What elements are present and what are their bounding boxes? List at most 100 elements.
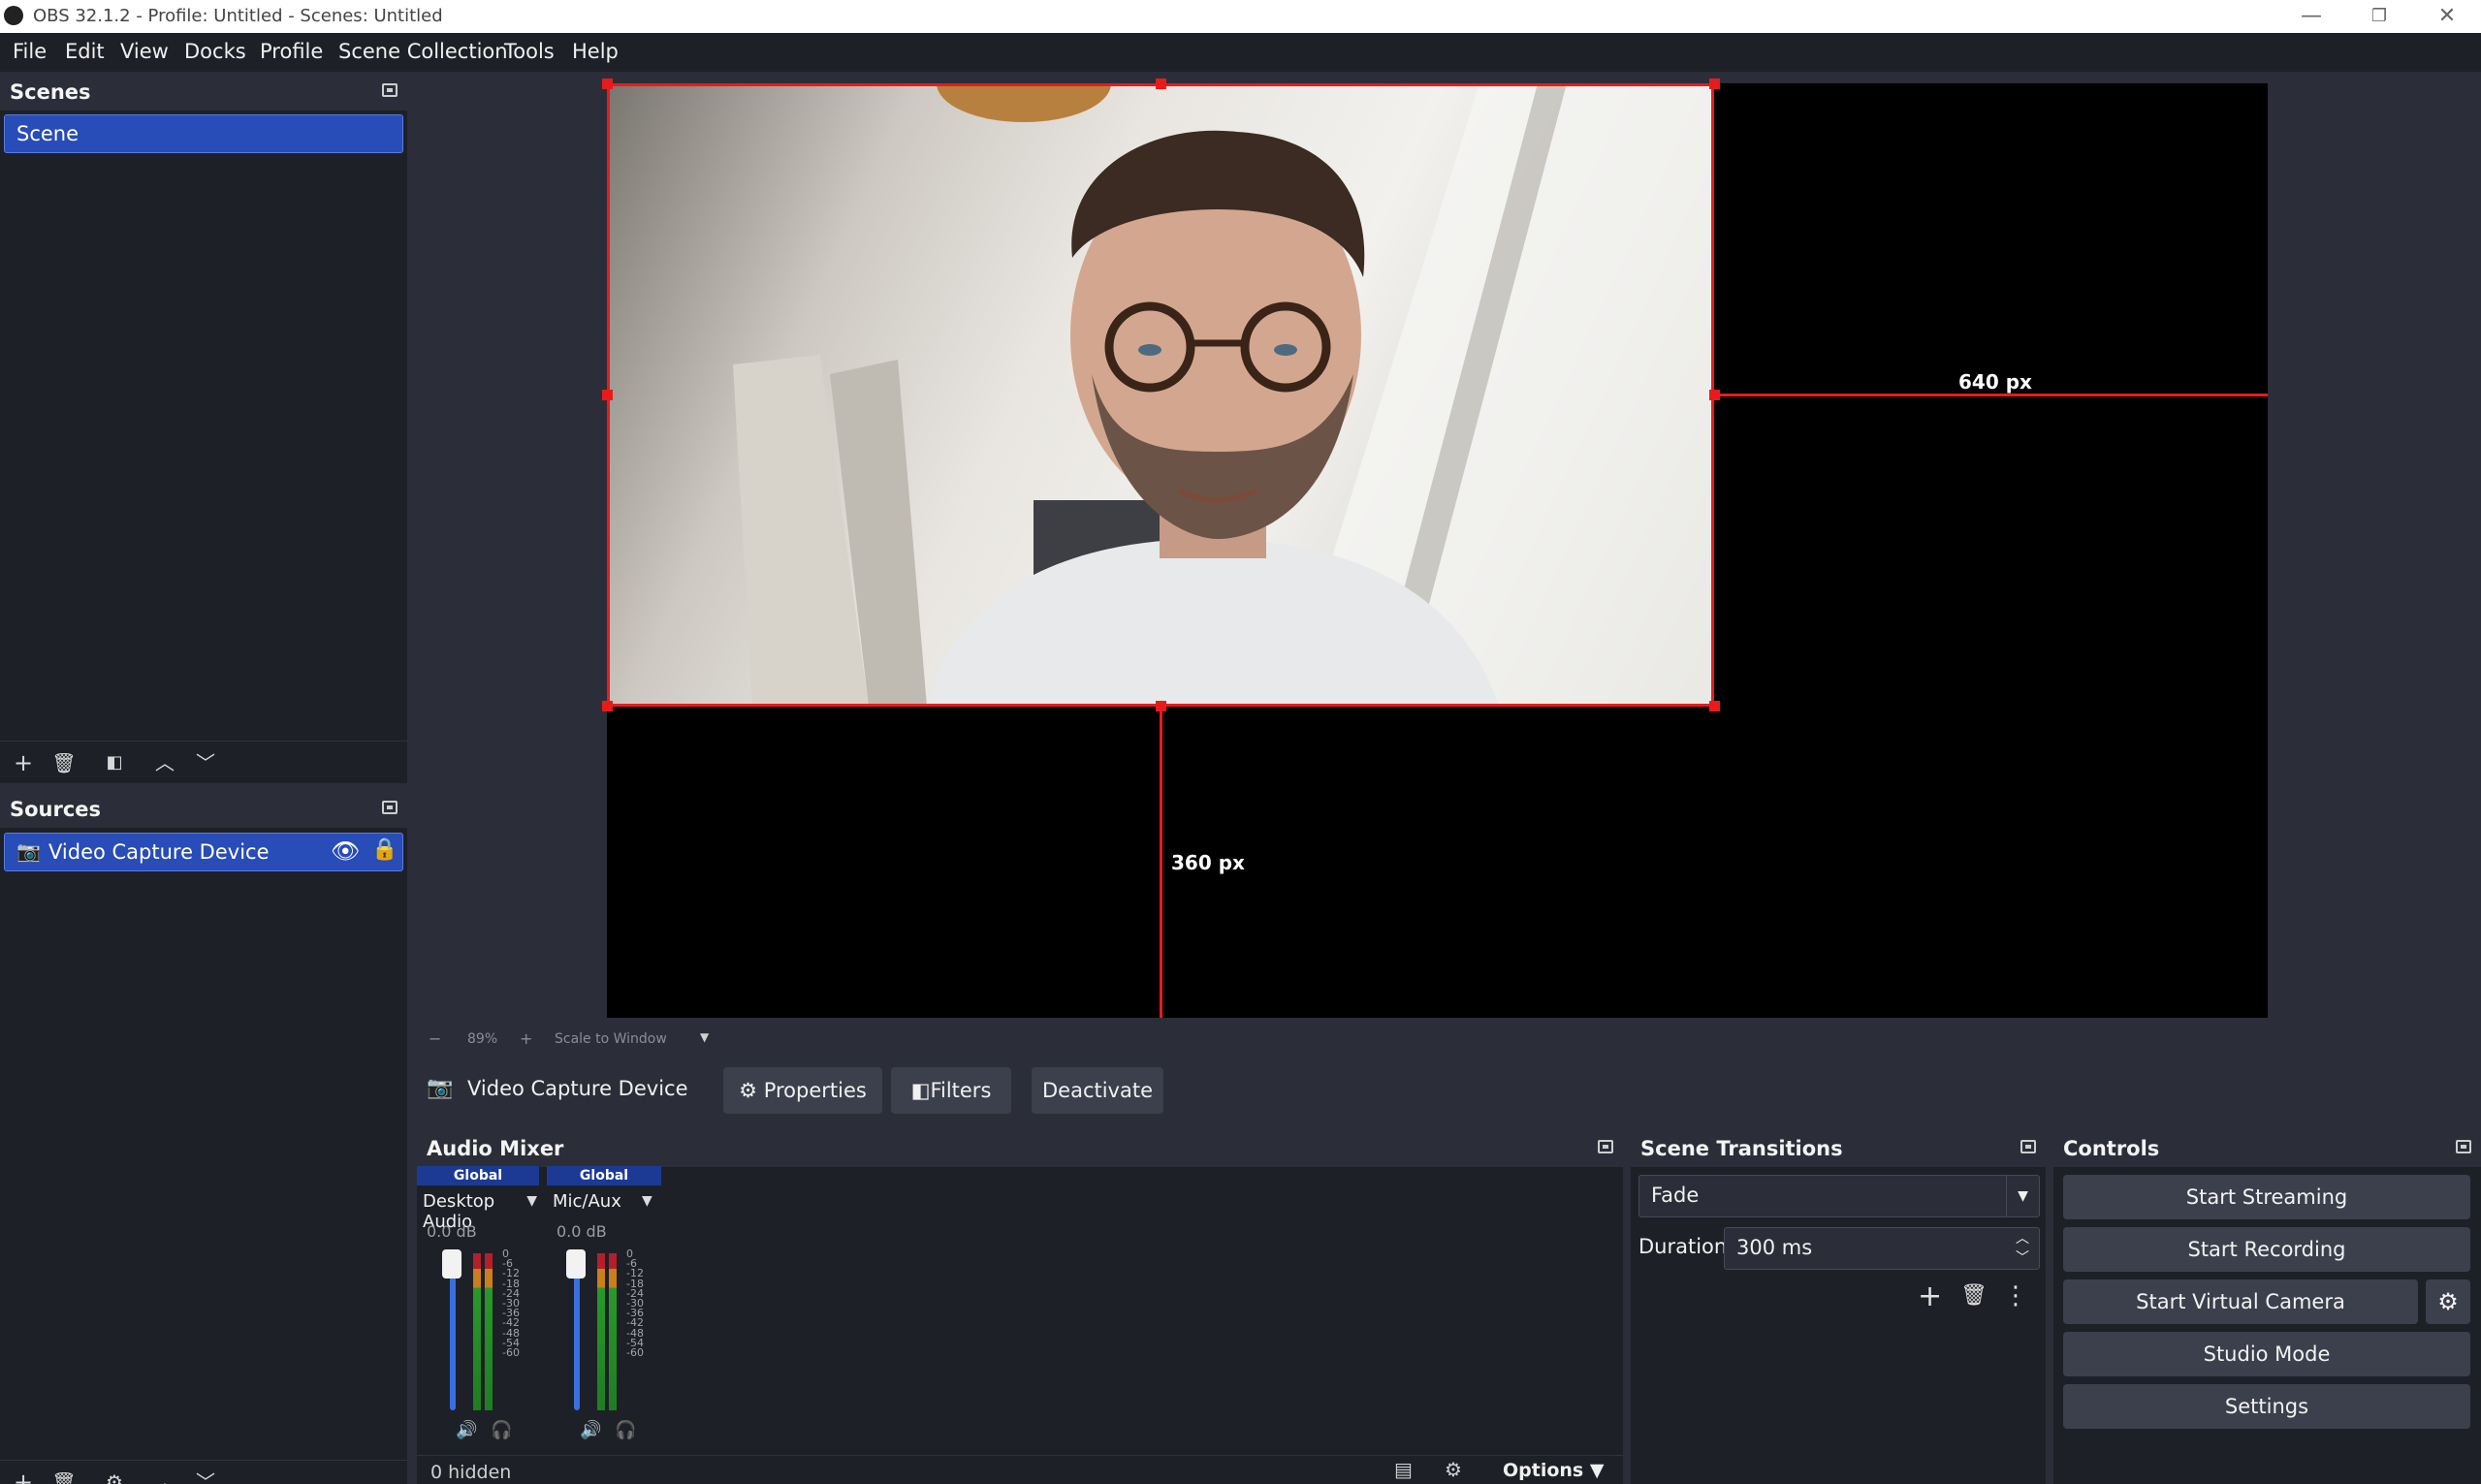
mixer-advanced-gear-icon[interactable]: ⚙ xyxy=(1445,1458,1462,1481)
add-source-icon[interactable]: + xyxy=(10,1468,37,1484)
add-scene-icon[interactable]: + xyxy=(10,749,37,776)
studio-mode-button[interactable]: Studio Mode xyxy=(2063,1332,2470,1376)
menu-bar: File Edit View Docks Profile Scene Colle… xyxy=(0,33,2481,72)
resize-handle[interactable] xyxy=(602,79,613,89)
menu-file[interactable]: File xyxy=(13,40,47,63)
volume-fader-knob[interactable] xyxy=(566,1249,586,1279)
transition-more-options-icon[interactable]: ⋮ xyxy=(2003,1281,2028,1310)
dock-float-icon[interactable] xyxy=(2020,1140,2036,1153)
hidden-count[interactable]: 0 hidden xyxy=(430,1462,511,1483)
spin-down-icon[interactable]: ﹀ xyxy=(2016,1247,2029,1267)
volume-fader-knob[interactable] xyxy=(442,1249,461,1279)
remove-transition-icon[interactable]: 🗑 xyxy=(1960,1283,1988,1308)
close-icon[interactable]: ✕ xyxy=(2413,0,2481,33)
distance-guide-bottom xyxy=(1160,707,1162,1018)
scene-filters-icon[interactable]: ◧ xyxy=(101,749,128,776)
scenes-toolbar: + 🗑 ◧ ︿ ﹀ xyxy=(0,741,407,783)
dock-float-icon[interactable] xyxy=(1598,1140,1613,1153)
channel-menu-icon[interactable]: ▼ xyxy=(526,1193,537,1209)
spin-up-icon[interactable]: ︿ xyxy=(2016,1228,2029,1247)
scenes-header: Scenes xyxy=(0,74,407,111)
obs-logo-icon xyxy=(4,6,23,25)
speaker-mute-icon[interactable]: 🔊 xyxy=(580,1420,601,1440)
menu-scene-collection[interactable]: Scene Collection xyxy=(338,40,508,63)
scene-transitions-dock: Scene Transitions Fade ▼ Duration 300 ms… xyxy=(1631,1130,2046,1484)
chevron-down-icon[interactable]: ▼ xyxy=(2006,1176,2039,1216)
add-transition-icon[interactable]: + xyxy=(1918,1279,1942,1313)
headphone-monitor-icon[interactable]: 🎧 xyxy=(615,1420,636,1440)
properties-button[interactable]: ⚙ Properties xyxy=(723,1067,882,1114)
volume-fader-track[interactable] xyxy=(450,1255,456,1410)
scene-item[interactable]: Scene xyxy=(4,114,403,153)
channel-menu-icon[interactable]: ▼ xyxy=(642,1193,652,1209)
move-source-up-icon[interactable]: ︿ xyxy=(151,1468,178,1484)
restore-icon[interactable]: ❐ xyxy=(2345,0,2413,33)
move-source-down-icon[interactable]: ﹀ xyxy=(192,1468,219,1484)
menu-docks[interactable]: Docks xyxy=(184,40,246,63)
channel-badge: Global xyxy=(417,1166,539,1185)
dock-float-icon[interactable] xyxy=(382,801,398,814)
start-recording-button[interactable]: Start Recording xyxy=(2063,1227,2470,1272)
start-virtual-camera-button[interactable]: Start Virtual Camera xyxy=(2063,1279,2418,1324)
resize-handle[interactable] xyxy=(602,390,613,400)
camera-icon: 📷 xyxy=(16,839,41,863)
resize-handle[interactable] xyxy=(602,701,613,711)
volume-fader-track[interactable] xyxy=(574,1255,580,1410)
scale-mode-label[interactable]: Scale to Window xyxy=(555,1031,667,1047)
zoom-out-icon[interactable]: − xyxy=(429,1029,441,1048)
camera-icon: 📷 xyxy=(427,1076,454,1100)
distance-label-bottom: 360 px xyxy=(1171,851,1245,874)
transition-type-value: Fade xyxy=(1651,1184,1700,1207)
scenes-dock: Scenes Scene + 🗑 ◧ ︿ ﹀ xyxy=(0,74,407,783)
selected-source-name: Video Capture Device xyxy=(467,1077,688,1100)
video-capture-preview[interactable] xyxy=(607,83,1714,707)
duration-label: Duration xyxy=(1638,1235,1728,1258)
menu-help[interactable]: Help xyxy=(572,40,619,63)
remove-scene-icon[interactable]: 🗑 xyxy=(50,749,78,776)
mixer-options-button[interactable]: Options ▼ xyxy=(1503,1460,1604,1481)
speaker-mute-icon[interactable]: 🔊 xyxy=(456,1420,477,1440)
remove-source-icon[interactable]: 🗑 xyxy=(50,1468,78,1484)
dock-float-icon[interactable] xyxy=(382,83,398,97)
duration-spinbox[interactable]: 300 ms ︿ ﹀ xyxy=(1724,1227,2040,1270)
resize-handle[interactable] xyxy=(1709,701,1720,711)
sources-toolbar: + 🗑 ⚙ ︿ ﹀ xyxy=(0,1460,407,1484)
visibility-eye-icon[interactable]: 👁 xyxy=(331,837,360,865)
sources-header: Sources xyxy=(0,791,407,828)
lock-icon[interactable]: 🔒 xyxy=(371,837,398,862)
menu-view[interactable]: View xyxy=(120,40,169,63)
source-properties-gear-icon[interactable]: ⚙ xyxy=(101,1468,128,1484)
menu-profile[interactable]: Profile xyxy=(260,40,323,63)
deactivate-button[interactable]: Deactivate xyxy=(1032,1067,1163,1114)
level-meter-left xyxy=(597,1253,605,1410)
transition-type-select[interactable]: Fade ▼ xyxy=(1638,1175,2040,1217)
move-scene-up-icon[interactable]: ︿ xyxy=(151,749,178,776)
scene-transitions-title: Scene Transitions xyxy=(1640,1137,1843,1160)
channel-name[interactable]: Mic/Aux xyxy=(553,1191,621,1212)
start-streaming-button[interactable]: Start Streaming xyxy=(2063,1175,2470,1219)
mixer-layout-icon[interactable]: ▤ xyxy=(1394,1458,1413,1481)
headphone-monitor-icon[interactable]: 🎧 xyxy=(491,1420,512,1440)
scale-mode-dropdown-icon[interactable]: ▼ xyxy=(700,1030,709,1044)
filters-button[interactable]: ◧Filters xyxy=(891,1067,1011,1114)
level-meter-left xyxy=(473,1253,481,1410)
sources-dock: Sources 📷 Video Capture Device 👁 🔒 + 🗑 ⚙… xyxy=(0,791,407,1484)
controls-title: Controls xyxy=(2063,1137,2160,1160)
dock-float-icon[interactable] xyxy=(2456,1140,2471,1153)
sources-title: Sources xyxy=(10,798,102,821)
zoom-in-icon[interactable]: + xyxy=(520,1029,532,1048)
level-meter-right xyxy=(485,1253,493,1410)
move-scene-down-icon[interactable]: ﹀ xyxy=(192,749,219,776)
menu-edit[interactable]: Edit xyxy=(65,40,105,63)
source-item[interactable]: 📷 Video Capture Device 👁 🔒 xyxy=(4,833,403,871)
virtual-camera-settings-gear-icon[interactable]: ⚙ xyxy=(2426,1279,2470,1324)
scenes-title: Scenes xyxy=(10,80,91,104)
resize-handle[interactable] xyxy=(1156,79,1166,89)
resize-handle[interactable] xyxy=(1709,79,1720,89)
settings-button[interactable]: Settings xyxy=(2063,1384,2470,1429)
minimize-icon[interactable]: — xyxy=(2277,0,2345,33)
menu-tools[interactable]: Tools xyxy=(504,40,555,63)
channel-badge: Global xyxy=(547,1166,661,1185)
zoom-bar: − 89% + Scale to Window ▼ xyxy=(419,1029,2481,1049)
source-item-label: Video Capture Device xyxy=(48,840,270,864)
